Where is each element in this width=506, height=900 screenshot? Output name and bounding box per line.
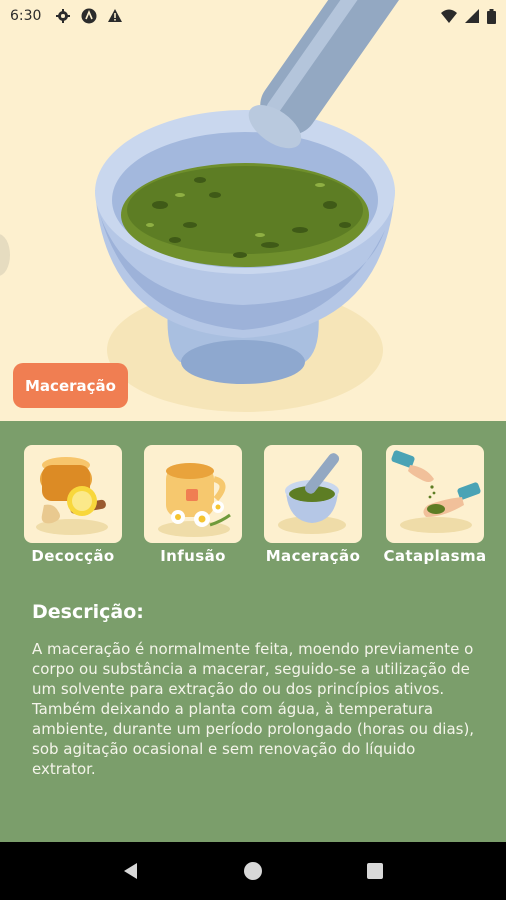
status-bar: 6:30: [0, 0, 506, 32]
mortar-pestle-illustration: [95, 0, 420, 412]
back-icon: [124, 863, 137, 879]
description-text: A maceração é normalmente feita, moendo …: [32, 640, 475, 778]
method-label: Maceração: [265, 547, 361, 565]
warning-icon: [108, 9, 123, 22]
wifi-icon: [441, 9, 457, 23]
method-label: Decocção: [31, 547, 115, 565]
system-navigation-bar: [0, 842, 506, 900]
method-maceracao[interactable]: Maceração: [253, 445, 373, 565]
recents-icon: [367, 863, 383, 879]
method-label: Infusão: [160, 547, 226, 565]
method-card[interactable]: [144, 445, 242, 543]
method-card[interactable]: [264, 445, 362, 543]
accessibility-icon: [81, 8, 97, 24]
method-cataplasma[interactable]: Cataplasma: [375, 445, 495, 565]
home-icon: [244, 862, 262, 880]
method-card[interactable]: [24, 445, 122, 543]
method-infusao[interactable]: Infusão: [133, 445, 253, 565]
back-button[interactable]: [116, 856, 146, 886]
method-label: Cataplasma: [383, 547, 487, 565]
selected-method-tag: Maceração: [13, 363, 128, 408]
method-decoccao[interactable]: Decocção: [13, 445, 133, 565]
hands-herbs-icon: [391, 450, 481, 533]
gear-icon: [56, 9, 71, 23]
hero-image: [0, 0, 506, 421]
content-panel: Decocção Infusão Maceração Cataplasma De…: [0, 421, 506, 842]
chamomile-tea-icon: [158, 463, 231, 537]
method-card[interactable]: [386, 445, 484, 543]
home-button[interactable]: [238, 856, 268, 886]
mortar-pestle-icon: [278, 453, 346, 534]
battery-icon: [487, 8, 496, 24]
description-title: Descrição:: [32, 601, 144, 623]
ginger-lemon-pot-icon: [36, 457, 108, 535]
signal-icon: [465, 9, 479, 23]
recents-button[interactable]: [360, 856, 390, 886]
status-time: 6:30: [10, 8, 42, 24]
